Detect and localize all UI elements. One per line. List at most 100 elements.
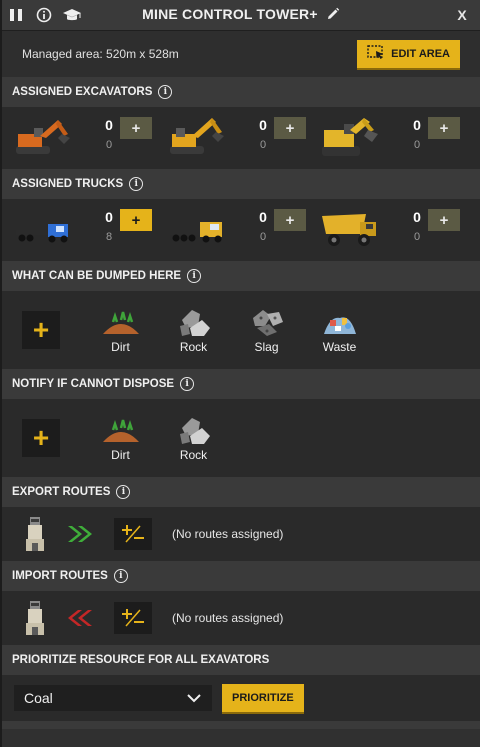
graduation-cap-icon[interactable] xyxy=(58,0,86,30)
assigned-count: 0 xyxy=(259,117,267,133)
info-icon[interactable] xyxy=(30,0,58,30)
truck-yellow-icon xyxy=(170,222,222,243)
excavator-count: 0 0 xyxy=(98,117,120,151)
rock-icon xyxy=(179,418,210,444)
trucks-header-label: ASSIGNED TRUCKS xyxy=(12,178,124,190)
product-rock[interactable]: Rock xyxy=(157,306,230,354)
max-count: 0 xyxy=(105,139,113,151)
import-arrow-icon xyxy=(68,610,92,626)
info-icon[interactable]: i xyxy=(113,569,128,583)
dump-header-label: WHAT CAN BE DUMPED HERE xyxy=(12,270,182,282)
max-count: 0 xyxy=(259,139,267,151)
excavator-count: 0 0 xyxy=(406,117,428,151)
add-truck-button[interactable]: + xyxy=(274,209,306,231)
product-waste[interactable]: Waste xyxy=(303,306,376,354)
truck-slot: 0 0 + xyxy=(320,199,474,261)
info-icon[interactable]: i xyxy=(180,377,195,391)
truck-count: 0 0 xyxy=(406,209,428,243)
dirt-icon xyxy=(102,311,139,334)
dump-products-row: + Dirt Rock Slag Waste xyxy=(2,291,480,369)
add-notify-product-button[interactable]: + xyxy=(22,419,60,457)
excavator-slot: 0 0 + xyxy=(12,107,166,169)
title-bar: MINE CONTROL TOWER+ X xyxy=(2,0,480,31)
product-label: Rock xyxy=(179,448,208,462)
excavators-header-label: ASSIGNED EXCAVATORS xyxy=(12,86,153,98)
assigned-count: 0 xyxy=(105,117,113,133)
info-icon[interactable]: i xyxy=(129,177,144,191)
chevron-down-icon xyxy=(187,694,201,703)
haul-truck-icon xyxy=(322,214,376,246)
truck-count: 0 0 xyxy=(252,209,274,243)
product-label: Dirt xyxy=(111,340,130,354)
product-label: Dirt xyxy=(111,448,130,462)
trucks-header: ASSIGNED TRUCKS i xyxy=(2,169,480,199)
dirt-icon xyxy=(102,419,139,442)
info-icon[interactable]: i xyxy=(116,485,131,499)
excavator-large-icon xyxy=(322,118,378,156)
assigned-count: 0 xyxy=(413,209,421,225)
max-count: 0 xyxy=(259,231,267,243)
truck-count: 0 8 xyxy=(98,209,120,243)
slag-icon xyxy=(252,310,283,336)
manage-import-routes-button[interactable] xyxy=(114,602,152,634)
prioritize-header-label: PRIORITIZE RESOURCE FOR ALL EXAVATORS xyxy=(12,654,270,666)
trucks-row: 0 8 + 0 0 + 0 0 + xyxy=(2,199,480,261)
assigned-count: 0 xyxy=(413,117,421,133)
manage-export-routes-button[interactable] xyxy=(114,518,152,550)
edit-area-button[interactable]: EDIT AREA xyxy=(357,40,460,68)
import-routes-header-label: IMPORT ROUTES xyxy=(12,570,108,582)
excavator-orange-icon xyxy=(16,120,70,154)
waste-icon xyxy=(323,317,356,334)
excavators-row: 0 0 + 0 0 + 0 0 + xyxy=(2,107,480,169)
info-icon[interactable]: i xyxy=(158,85,173,99)
truck-slot: 0 8 + xyxy=(12,199,166,261)
import-routes-row: (No routes assigned) xyxy=(2,591,480,645)
product-label: Rock xyxy=(179,340,208,354)
add-excavator-button[interactable]: + xyxy=(428,117,460,139)
export-routes-header: EXPORT ROUTES i xyxy=(2,477,480,507)
info-icon[interactable]: i xyxy=(187,269,202,283)
max-count: 8 xyxy=(105,231,113,243)
product-label: Waste xyxy=(322,340,357,354)
add-dump-product-button[interactable]: + xyxy=(22,311,60,349)
managed-area-text: Managed area: 520m x 528m xyxy=(22,47,179,61)
notify-header: NOTIFY IF CANNOT DISPOSE i xyxy=(2,369,480,399)
product-label: Slag xyxy=(254,340,279,354)
product-dirt[interactable]: Dirt xyxy=(84,414,157,462)
rock-icon xyxy=(179,310,210,336)
excavators-header: ASSIGNED EXCAVATORS i xyxy=(2,77,480,107)
assigned-count: 0 xyxy=(259,209,267,225)
truck-slot: 0 0 + xyxy=(166,199,320,261)
add-excavator-button[interactable]: + xyxy=(120,117,152,139)
export-routes-row: (No routes assigned) xyxy=(2,507,480,561)
product-slag[interactable]: Slag xyxy=(230,306,303,354)
control-tower-icon xyxy=(26,601,44,635)
prioritize-button[interactable]: PRIORITIZE xyxy=(222,684,304,712)
prioritize-row: Coal PRIORITIZE xyxy=(2,675,480,721)
excavator-count: 0 0 xyxy=(252,117,274,151)
resource-dropdown-value: Coal xyxy=(24,690,53,706)
product-dirt[interactable]: Dirt xyxy=(84,306,157,354)
import-routes-header: IMPORT ROUTES i xyxy=(2,561,480,591)
product-rock[interactable]: Rock xyxy=(157,414,230,462)
managed-area-row: Managed area: 520m x 528m EDIT AREA xyxy=(2,31,480,77)
control-tower-icon xyxy=(26,517,44,551)
window-title: MINE CONTROL TOWER+ xyxy=(142,6,318,22)
add-truck-button[interactable]: + xyxy=(120,209,152,231)
rename-pencil-icon[interactable] xyxy=(326,7,340,24)
add-truck-button[interactable]: + xyxy=(428,209,460,231)
excavator-slot: 0 0 + xyxy=(166,107,320,169)
close-button[interactable]: X xyxy=(450,0,474,30)
max-count: 0 xyxy=(413,231,421,243)
import-routes-status: (No routes assigned) xyxy=(172,611,284,625)
resource-dropdown[interactable]: Coal xyxy=(14,685,212,711)
dump-header: WHAT CAN BE DUMPED HERE i xyxy=(2,261,480,291)
add-excavator-button[interactable]: + xyxy=(274,117,306,139)
pause-icon[interactable] xyxy=(2,0,30,30)
plus-minus-icon xyxy=(122,609,144,627)
truck-blue-icon xyxy=(16,224,68,243)
edit-area-icon xyxy=(367,44,385,64)
export-routes-status: (No routes assigned) xyxy=(172,527,284,541)
plus-minus-icon xyxy=(122,525,144,543)
excavator-slot: 0 0 + xyxy=(320,107,474,169)
